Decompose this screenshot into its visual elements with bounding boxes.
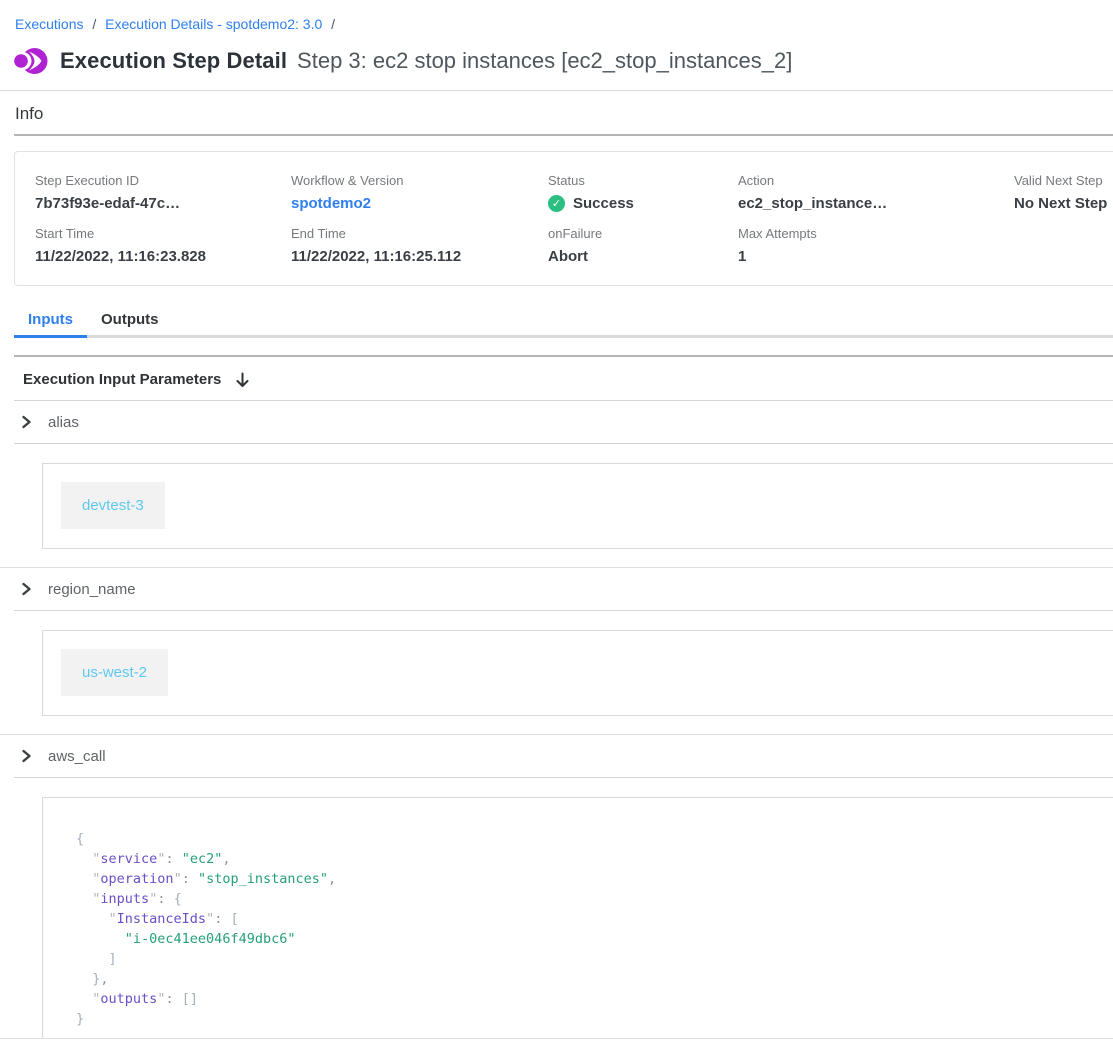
alias-value-box: devtest-3 [42, 463, 1113, 549]
breadcrumb: Executions / Execution Details - spotdem… [0, 0, 1113, 32]
breadcrumb-separator: / [331, 16, 335, 32]
success-check-icon: ✓ [548, 195, 565, 212]
region-name-value-chip: us-west-2 [61, 649, 168, 696]
chevron-right-icon[interactable] [20, 749, 33, 763]
field-label: onFailure [548, 226, 738, 241]
breadcrumb-link-executions[interactable]: Executions [15, 16, 83, 32]
field-value: 1 [738, 248, 1014, 265]
section-name: aws_call [48, 748, 106, 765]
info-heading: Info [0, 91, 1113, 124]
page-subtitle: Step 3: ec2 stop instances [ec2_stop_ins… [297, 48, 792, 74]
field-value: Abort [548, 248, 738, 265]
field-end-time: End Time 11/22/2022, 11:16:25.112 [291, 226, 548, 265]
breadcrumb-separator: / [92, 16, 96, 32]
field-label: Status [548, 173, 738, 188]
divider [14, 443, 1113, 444]
field-valid-next-step: Valid Next Step No Next Step [1014, 173, 1113, 212]
execution-step-detail-page: Executions / Execution Details - spotdem… [0, 0, 1113, 1039]
field-step-execution-id: Step Execution ID 7b73f93e-edaf-47c… [35, 173, 291, 212]
field-label: End Time [291, 226, 548, 241]
info-card: Step Execution ID 7b73f93e-edaf-47c… Wor… [14, 151, 1113, 286]
section-row-aws-call[interactable]: aws_call [0, 735, 1113, 777]
aws-call-code: { "service": "ec2", "operation": "stop_i… [42, 797, 1113, 1038]
status-text: Success [573, 195, 634, 212]
field-onfailure: onFailure Abort [548, 226, 738, 265]
execution-input-parameters-header: Execution Input Parameters [0, 357, 1113, 400]
section-row-alias[interactable]: alias [0, 401, 1113, 443]
field-value: 7b73f93e-edaf-47c… [35, 195, 291, 212]
divider [14, 777, 1113, 778]
field-label: Valid Next Step [1014, 173, 1113, 188]
breadcrumb-link-execution-details[interactable]: Execution Details - spotdemo2: 3.0 [105, 16, 322, 32]
section-row-region-name[interactable]: region_name [0, 568, 1113, 610]
divider [14, 610, 1113, 611]
field-action: Action ec2_stop_instance… [738, 173, 1014, 212]
field-empty [1014, 226, 1113, 265]
title-row: Execution Step Detail Step 3: ec2 stop i… [0, 32, 1113, 76]
section-name: alias [48, 414, 79, 431]
workflow-link[interactable]: spotdemo2 [291, 195, 548, 212]
field-label: Step Execution ID [35, 173, 291, 188]
status-badge: ✓ Success [548, 195, 738, 212]
alias-value-chip: devtest-3 [61, 482, 165, 529]
field-label: Workflow & Version [291, 173, 548, 188]
execution-input-parameters-title: Execution Input Parameters [23, 371, 221, 388]
field-workflow-version: Workflow & Version spotdemo2 [291, 173, 548, 212]
region-name-value-box: us-west-2 [42, 630, 1113, 716]
field-start-time: Start Time 11/22/2022, 11:16:23.828 [35, 226, 291, 265]
field-value: 11/22/2022, 11:16:23.828 [35, 248, 291, 265]
field-label: Start Time [35, 226, 291, 241]
chevron-right-icon[interactable] [20, 415, 33, 429]
divider [0, 1038, 1113, 1039]
arrow-down-icon[interactable] [235, 372, 250, 388]
tab-inputs[interactable]: Inputs [14, 303, 87, 338]
section-name: region_name [48, 581, 136, 598]
tab-outputs[interactable]: Outputs [87, 303, 173, 338]
field-max-attempts: Max Attempts 1 [738, 226, 1014, 265]
field-value: 11/22/2022, 11:16:25.112 [291, 248, 548, 265]
field-value: ec2_stop_instance… [738, 195, 1014, 212]
field-label: Action [738, 173, 1014, 188]
field-value: No Next Step [1014, 195, 1113, 212]
field-label: Max Attempts [738, 226, 1014, 241]
divider [14, 134, 1113, 136]
chevron-right-icon[interactable] [20, 582, 33, 596]
fylamynt-logo-icon [13, 46, 48, 76]
page-title: Execution Step Detail [60, 48, 287, 74]
tab-bar: Inputs Outputs [14, 303, 1113, 338]
field-status: Status ✓ Success [548, 173, 738, 212]
